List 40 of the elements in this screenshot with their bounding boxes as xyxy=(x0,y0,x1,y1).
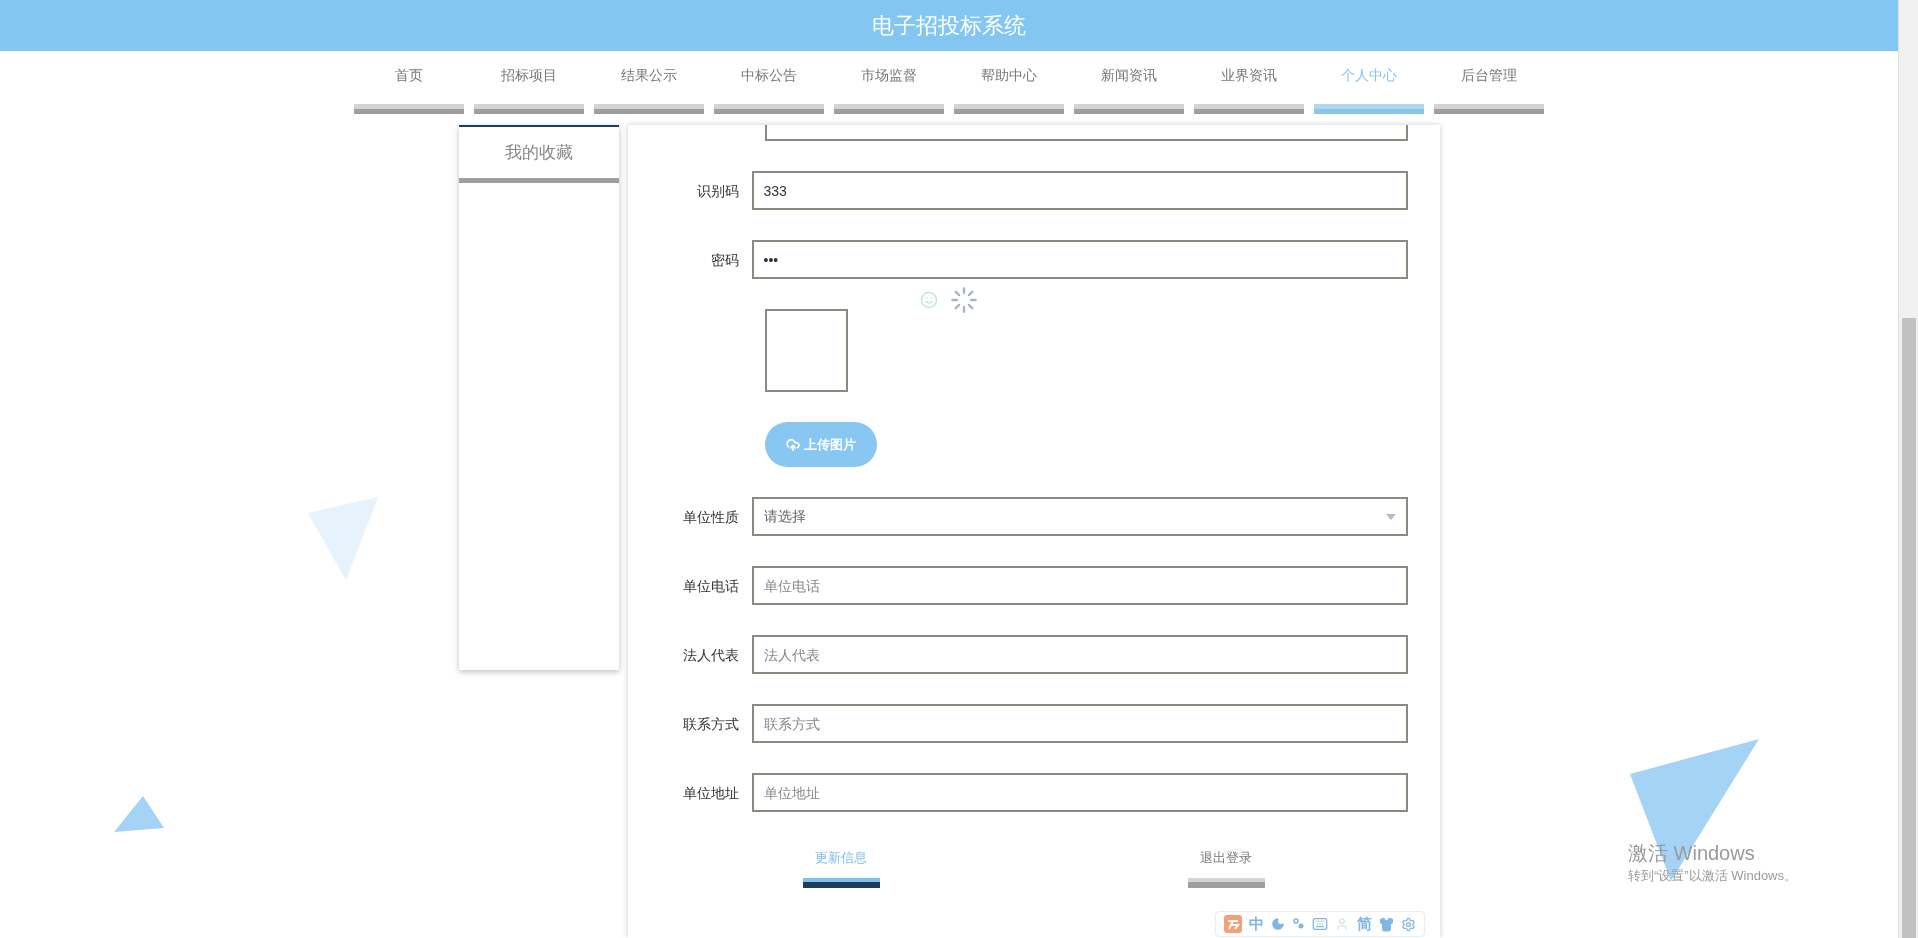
ime-logo-icon xyxy=(1223,915,1242,933)
smiley-icon xyxy=(920,290,938,309)
field-label: 密码 xyxy=(710,251,739,268)
shirt-icon[interactable] xyxy=(1378,916,1394,932)
field-label: 单位性质 xyxy=(682,508,739,525)
user-icon[interactable] xyxy=(1335,917,1350,931)
field-label: 单位地址 xyxy=(682,784,739,801)
select-field[interactable]: 请选择 xyxy=(751,497,1408,536)
input-field[interactable]: 法人代表 xyxy=(751,635,1408,674)
site-title: 电子招投标系统 xyxy=(872,12,1026,40)
nav-tab[interactable]: 招标项目 xyxy=(474,65,584,114)
keyboard-icon[interactable] xyxy=(1311,916,1328,932)
caret-icon xyxy=(1385,513,1396,520)
input-field[interactable] xyxy=(764,125,1408,141)
nav-tab[interactable]: 中标公告 xyxy=(714,65,824,114)
moon-icon[interactable] xyxy=(1271,917,1286,931)
input-field[interactable]: 单位地址 xyxy=(751,773,1408,812)
nav-tab[interactable]: 市场监督 xyxy=(834,65,944,114)
triangle-shape xyxy=(114,796,164,832)
input-field[interactable]: 联系方式 xyxy=(751,704,1408,743)
nav-tab[interactable]: 新闻资讯 xyxy=(1074,65,1184,114)
input-field[interactable]: ••• xyxy=(751,240,1408,279)
nav-tab[interactable]: 帮助中心 xyxy=(954,65,1064,114)
input-field[interactable]: 333 xyxy=(751,171,1408,210)
nav-tab[interactable]: 结果公示 xyxy=(594,65,704,114)
loading-spinner-icon xyxy=(950,285,978,314)
field-label: 识别码 xyxy=(696,182,739,199)
field-label: 法人代表 xyxy=(682,646,739,663)
nav-tab[interactable]: 首页 xyxy=(354,65,464,114)
settings-icon[interactable] xyxy=(1401,916,1417,932)
punctuation-icon[interactable] xyxy=(1292,917,1305,931)
sidebar-item[interactable]: 我的收藏 xyxy=(458,127,619,183)
nav-tab[interactable]: 后台管理 xyxy=(1434,65,1544,114)
input-field[interactable]: 单位电话 xyxy=(751,566,1408,605)
cloud-upload-icon xyxy=(785,437,800,452)
nav-tab[interactable]: 业界资讯 xyxy=(1194,65,1304,114)
scrollbar[interactable] xyxy=(1898,0,1918,938)
field-label: 联系方式 xyxy=(682,715,739,732)
action-button[interactable]: 退出登录 xyxy=(1187,848,1265,888)
field-label: 单位电话 xyxy=(682,577,739,594)
